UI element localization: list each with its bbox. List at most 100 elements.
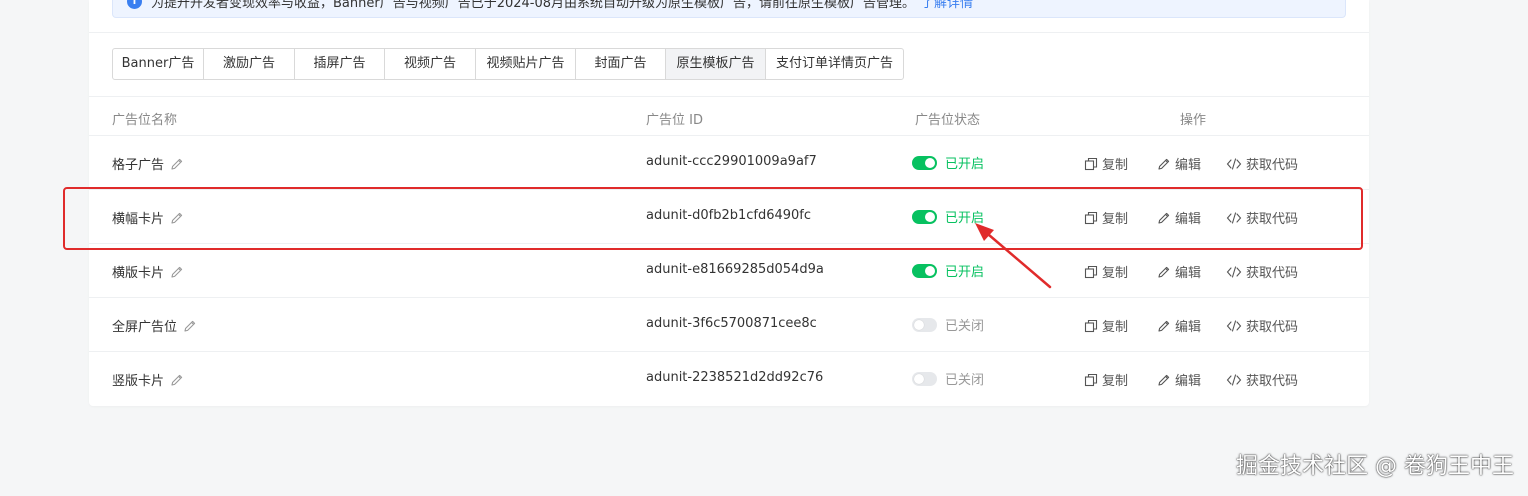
ad-unit-name-text: 横版卡片 xyxy=(112,266,165,281)
ad-type-tabs: Banner广告 激励广告 插屏广告 视频广告 视频贴片广告 封面广告 原生模板… xyxy=(112,48,904,80)
header-actions: 操作 xyxy=(1180,113,1207,128)
get-code-button[interactable]: 获取代码 xyxy=(1226,370,1298,389)
code-icon xyxy=(1226,374,1246,389)
status-toggle[interactable] xyxy=(912,372,937,386)
status-toggle[interactable] xyxy=(912,210,937,224)
get-code-label: 获取代码 xyxy=(1246,320,1299,335)
copy-icon xyxy=(1084,157,1102,173)
code-icon xyxy=(1226,212,1246,227)
copy-label: 复制 xyxy=(1102,158,1129,173)
edit-name-pencil-icon[interactable] xyxy=(177,320,197,335)
ad-unit-name: 全屏广告位 xyxy=(112,316,197,335)
ad-unit-name-text: 竖版卡片 xyxy=(112,374,165,389)
edit-name-pencil-icon[interactable] xyxy=(164,212,184,227)
edit-label: 编辑 xyxy=(1175,158,1202,173)
edit-button[interactable]: 编辑 xyxy=(1157,370,1201,389)
get-code-button[interactable]: 获取代码 xyxy=(1226,262,1298,281)
table-row: 横幅卡片 adunit-d0fb2b1cfd6490fc 已开启 复制 编辑 获取代码 xyxy=(89,190,1369,244)
table-row: 横版卡片 adunit-e81669285d054d9a 已开启 复制 编辑 获取代码 xyxy=(89,244,1369,298)
header-status: 广告位状态 xyxy=(915,113,981,128)
ad-unit-name-text: 格子广告 xyxy=(112,158,165,173)
status-text: 已关闭 xyxy=(945,319,985,334)
edit-icon xyxy=(1157,212,1175,227)
copy-icon xyxy=(1084,373,1102,389)
ad-unit-name-text: 横幅卡片 xyxy=(112,212,165,227)
get-code-button[interactable]: 获取代码 xyxy=(1226,208,1298,227)
table-row: 格子广告 adunit-ccc29901009a9af7 已开启 复制 编辑 获取代码 xyxy=(89,136,1369,190)
edit-button[interactable]: 编辑 xyxy=(1157,262,1201,281)
edit-label: 编辑 xyxy=(1175,266,1202,281)
edit-button[interactable]: 编辑 xyxy=(1157,316,1201,335)
code-icon xyxy=(1226,266,1246,281)
divider xyxy=(89,32,1369,33)
tab-interstitial[interactable]: 插屏广告 xyxy=(295,49,385,79)
ad-unit-name: 横幅卡片 xyxy=(112,208,184,227)
get-code-label: 获取代码 xyxy=(1246,158,1299,173)
copy-label: 复制 xyxy=(1102,320,1129,335)
edit-label: 编辑 xyxy=(1175,320,1202,335)
edit-icon xyxy=(1157,320,1175,335)
tab-rewarded[interactable]: 激励广告 xyxy=(204,49,295,79)
code-icon xyxy=(1226,158,1246,173)
edit-button[interactable]: 编辑 xyxy=(1157,208,1201,227)
ad-unit-name: 竖版卡片 xyxy=(112,370,184,389)
notice-text: 为提升开发者变现效率与收益，Banner广告与视频广告已于2024-08月由系统… xyxy=(151,0,973,11)
get-code-label: 获取代码 xyxy=(1246,212,1299,227)
status-text: 已关闭 xyxy=(945,373,985,388)
status-toggle[interactable] xyxy=(912,318,937,332)
table-row: 全屏广告位 adunit-3f6c5700871cee8c 已关闭 复制 编辑 获取代码 xyxy=(89,298,1369,352)
tab-video-patch[interactable]: 视频贴片广告 xyxy=(476,49,576,79)
edit-label: 编辑 xyxy=(1175,212,1202,227)
ad-unit-id: adunit-ccc29901009a9af7 xyxy=(646,154,817,169)
edit-icon xyxy=(1157,374,1175,389)
get-code-button[interactable]: 获取代码 xyxy=(1226,154,1298,173)
get-code-button[interactable]: 获取代码 xyxy=(1226,316,1298,335)
tab-video[interactable]: 视频广告 xyxy=(385,49,476,79)
copy-icon xyxy=(1084,265,1102,281)
table-row: 竖版卡片 adunit-2238521d2dd92c76 已关闭 复制 编辑 获取代码 xyxy=(89,352,1369,406)
toggle-knob xyxy=(925,212,935,222)
edit-label: 编辑 xyxy=(1175,374,1202,389)
status-text: 已开启 xyxy=(945,157,985,172)
toggle-knob xyxy=(914,320,924,330)
tab-payment-order[interactable]: 支付订单详情页广告 xyxy=(766,49,903,79)
copy-icon xyxy=(1084,319,1102,335)
toggle-knob xyxy=(925,266,935,276)
status-toggle[interactable] xyxy=(912,156,937,170)
tab-banner[interactable]: Banner广告 xyxy=(113,49,204,79)
edit-button[interactable]: 编辑 xyxy=(1157,154,1201,173)
edit-name-pencil-icon[interactable] xyxy=(164,374,184,389)
notice-link[interactable]: 了解详情 xyxy=(921,0,973,11)
copy-button[interactable]: 复制 xyxy=(1084,370,1128,389)
copy-icon xyxy=(1084,211,1102,227)
copy-button[interactable]: 复制 xyxy=(1084,208,1128,227)
copy-label: 复制 xyxy=(1102,266,1129,281)
ad-unit-name: 横版卡片 xyxy=(112,262,184,281)
header-name: 广告位名称 xyxy=(112,113,178,128)
toggle-knob xyxy=(914,374,924,384)
ad-unit-id: adunit-2238521d2dd92c76 xyxy=(646,370,824,385)
ad-unit-id: adunit-3f6c5700871cee8c xyxy=(646,316,817,331)
header-id: 广告位 ID xyxy=(646,113,703,128)
tab-cover[interactable]: 封面广告 xyxy=(576,49,666,79)
status-toggle[interactable] xyxy=(912,264,937,278)
ad-unit-name-text: 全屏广告位 xyxy=(112,320,178,335)
watermark: 掘金技术社区 @ 卷狗王中王 xyxy=(1236,454,1514,479)
copy-button[interactable]: 复制 xyxy=(1084,154,1128,173)
tab-native-template[interactable]: 原生模板广告 xyxy=(666,49,766,79)
copy-button[interactable]: 复制 xyxy=(1084,316,1128,335)
ad-unit-name: 格子广告 xyxy=(112,154,184,173)
code-icon xyxy=(1226,320,1246,335)
edit-name-pencil-icon[interactable] xyxy=(164,266,184,281)
table-header: 广告位名称 广告位 ID 广告位状态 操作 xyxy=(89,96,1369,136)
toggle-knob xyxy=(925,158,935,168)
copy-button[interactable]: 复制 xyxy=(1084,262,1128,281)
get-code-label: 获取代码 xyxy=(1246,374,1299,389)
status-text: 已开启 xyxy=(945,211,985,226)
get-code-label: 获取代码 xyxy=(1246,266,1299,281)
status-text: 已开启 xyxy=(945,265,985,280)
ad-unit-card: i 为提升开发者变现效率与收益，Banner广告与视频广告已于2024-08月由… xyxy=(89,0,1369,406)
edit-name-pencil-icon[interactable] xyxy=(164,158,184,173)
ad-unit-id: adunit-e81669285d054d9a xyxy=(646,262,824,277)
notice-banner: i 为提升开发者变现效率与收益，Banner广告与视频广告已于2024-08月由… xyxy=(112,0,1346,18)
